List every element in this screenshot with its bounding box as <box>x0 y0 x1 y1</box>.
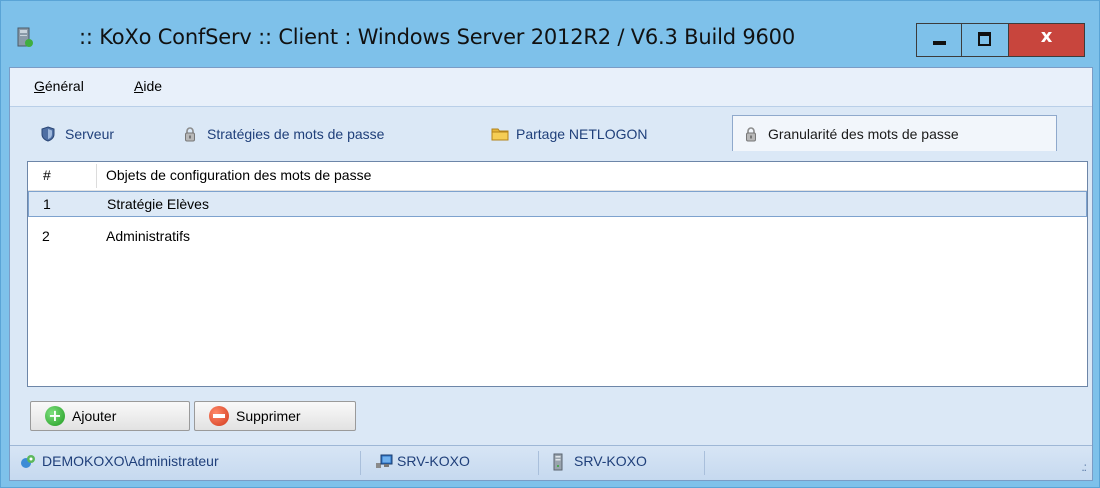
network-computer-icon <box>375 453 393 469</box>
column-header-objects[interactable]: Objets de configuration des mots de pass… <box>106 167 371 183</box>
column-divider[interactable] <box>96 164 97 188</box>
close-icon: x <box>1040 26 1053 47</box>
status-user-label: DEMOKOXO\Administrateur <box>42 453 219 469</box>
status-divider <box>360 451 361 475</box>
delete-button-label: Supprimer <box>236 408 301 424</box>
password-objects-list[interactable]: # Objets de configuration des mots de pa… <box>27 161 1088 387</box>
tab-granularite[interactable]: Granularité des mots de passe <box>732 115 1057 151</box>
window-title: :: KoXo ConfServ :: Client : Windows Ser… <box>79 25 796 49</box>
status-user: DEMOKOXO\Administrateur <box>20 453 219 469</box>
table-row[interactable]: 2 Administratifs <box>28 224 1087 250</box>
app-icon <box>15 25 35 49</box>
menu-general-accel: G <box>34 78 45 94</box>
status-host: SRV-KOXO <box>552 453 647 471</box>
tab-netlogon-label: Partage NETLOGON <box>516 126 648 142</box>
lock-icon <box>743 126 759 142</box>
tab-serveur-label: Serveur <box>65 126 115 142</box>
status-divider <box>704 451 705 475</box>
menu-general-label: énéral <box>44 78 84 94</box>
column-header-number[interactable]: # <box>43 167 51 183</box>
add-button[interactable]: + Ajouter <box>30 401 190 431</box>
menu-aide-label: ide <box>143 78 163 94</box>
delete-button[interactable]: Supprimer <box>194 401 356 431</box>
add-button-label: Ajouter <box>72 408 117 424</box>
maximize-icon <box>978 32 991 46</box>
menu-bar: Général Aide <box>10 68 1092 107</box>
folder-icon <box>491 126 509 142</box>
minimize-button[interactable] <box>916 23 962 57</box>
row-name: Administratifs <box>106 228 191 244</box>
row-name: Stratégie Elèves <box>107 196 209 212</box>
app-window: :: KoXo ConfServ :: Client : Windows Ser… <box>0 0 1100 488</box>
menu-aide[interactable]: Aide <box>134 78 162 94</box>
minus-icon <box>209 406 229 426</box>
status-host-label: SRV-KOXO <box>574 453 647 469</box>
status-bar: DEMOKOXO\Administrateur SRV-KOXO SRV-KOX… <box>10 445 1092 480</box>
plus-icon: + <box>45 406 65 426</box>
table-row[interactable]: 1 Stratégie Elèves <box>28 191 1087 217</box>
shield-icon <box>40 126 56 142</box>
status-server-label: SRV-KOXO <box>397 453 470 469</box>
maximize-button[interactable] <box>962 23 1009 57</box>
tab-strip: Serveur Stratégies de mots de passe Part… <box>10 107 1092 153</box>
tab-serveur[interactable]: Serveur <box>40 117 114 151</box>
server-tower-icon <box>552 453 568 471</box>
list-header: # Objets de configuration des mots de pa… <box>28 162 1087 191</box>
close-button[interactable]: x <box>1009 23 1085 57</box>
status-server: SRV-KOXO <box>375 453 470 469</box>
tab-netlogon[interactable]: Partage NETLOGON <box>491 117 648 151</box>
menu-general[interactable]: Général <box>34 78 84 94</box>
client-area: Général Aide Serveur Stratégies de mots … <box>9 67 1093 481</box>
resize-grip-icon[interactable]: .: <box>1081 460 1087 474</box>
title-bar[interactable]: :: KoXo ConfServ :: Client : Windows Ser… <box>1 1 1099 67</box>
user-icon <box>20 453 36 469</box>
lock-icon <box>182 126 198 142</box>
row-number: 2 <box>42 228 50 244</box>
minimize-icon <box>933 41 946 45</box>
menu-aide-accel: A <box>134 78 144 94</box>
row-number: 1 <box>43 196 51 212</box>
tab-strategies-label: Stratégies de mots de passe <box>207 126 385 142</box>
tab-granularite-label: Granularité des mots de passe <box>768 125 959 142</box>
tab-strategies[interactable]: Stratégies de mots de passe <box>182 117 384 151</box>
button-bar: + Ajouter Supprimer <box>10 393 1092 433</box>
status-divider <box>538 451 539 475</box>
